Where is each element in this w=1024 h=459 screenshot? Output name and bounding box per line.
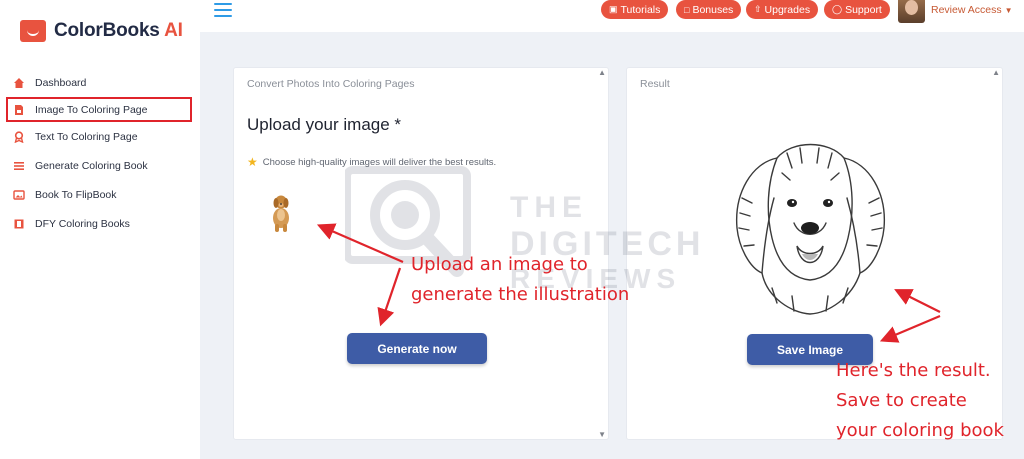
home-icon xyxy=(13,77,25,89)
presentation-icon: ▣ xyxy=(609,4,618,14)
sidebar-item-generate-coloring-book[interactable]: Generate Coloring Book xyxy=(0,151,200,180)
brand-name: ColorBooks AI xyxy=(54,20,183,42)
headset-icon: ◯ xyxy=(832,4,843,14)
book-logo-icon xyxy=(20,20,46,42)
result-coloring-image xyxy=(722,128,897,318)
upgrades-button[interactable]: ⇧ Upgrades xyxy=(746,0,819,19)
support-button[interactable]: ◯ Support xyxy=(824,0,890,19)
top-bar: ▣ Tutorials □ Bonuses ⇧ Upgrades ◯ Suppo… xyxy=(200,0,1024,32)
bonuses-button[interactable]: □ Bonuses xyxy=(676,0,742,19)
brand-main: ColorBooks xyxy=(54,20,160,41)
user-menu-label: Review Access xyxy=(931,4,1002,16)
list-icon xyxy=(13,160,25,172)
annotation-line: Upload an image to xyxy=(411,254,588,275)
image-icon xyxy=(13,189,25,201)
sidebar-item-book-to-flipbook[interactable]: Book To FlipBook xyxy=(0,180,200,209)
sidebar-item-label: Generate Coloring Book xyxy=(35,159,148,172)
star-icon: ★ xyxy=(247,155,258,169)
upload-heading: Upload your image * xyxy=(247,115,402,134)
annotation-line: generate the illustration xyxy=(411,284,630,305)
scroll-down-icon[interactable]: ▼ xyxy=(598,430,606,439)
award-icon xyxy=(13,130,25,143)
sidebar-item-dashboard[interactable]: Dashboard xyxy=(0,68,200,97)
quality-tip-text: Choose high-quality images will deliver … xyxy=(262,156,497,168)
upload-panel-title: Convert Photos Into Coloring Pages xyxy=(247,78,415,90)
upload-icon: ⇧ xyxy=(754,4,762,14)
sidebar-item-label: Text To Coloring Page xyxy=(35,130,138,143)
support-label: Support xyxy=(845,3,882,16)
sidebar-nav: Dashboard Image To Coloring Page Text To… xyxy=(0,68,200,238)
tutorials-label: Tutorials xyxy=(620,3,661,16)
sidebar-item-text-to-coloring-page[interactable]: Text To Coloring Page xyxy=(0,122,200,151)
annotation-line: Here's the result. xyxy=(836,360,991,381)
gift-icon: □ xyxy=(684,4,690,15)
upgrades-label: Upgrades xyxy=(764,3,811,16)
user-menu[interactable]: Review Access ▼ xyxy=(931,4,1013,16)
quality-tip: ★ Choose high-quality images will delive… xyxy=(247,155,496,169)
sidebar-item-label: Book To FlipBook xyxy=(35,188,117,201)
sidebar: ColorBooks AI Dashboard Image To Colorin… xyxy=(0,0,200,459)
scroll-up-icon[interactable]: ▲ xyxy=(598,68,606,77)
bonuses-label: Bonuses xyxy=(692,3,734,16)
result-instruction-annotation: Here's the result. Save to create your c… xyxy=(836,356,1004,446)
sidebar-item-image-to-coloring-page[interactable]: Image To Coloring Page xyxy=(6,97,192,122)
upload-instruction-annotation: Upload an image to generate the illustra… xyxy=(411,250,629,310)
generate-now-button[interactable]: Generate now xyxy=(347,333,487,364)
menu-toggle-icon[interactable] xyxy=(214,3,232,17)
sidebar-item-label: Image To Coloring Page xyxy=(35,103,148,116)
scroll-up-icon[interactable]: ▲ xyxy=(992,68,1000,77)
avatar[interactable] xyxy=(898,0,925,23)
sidebar-item-label: Dashboard xyxy=(35,76,87,89)
annotation-line: your coloring book xyxy=(836,420,1004,441)
result-panel-title: Result xyxy=(640,78,670,90)
chevron-down-icon: ▼ xyxy=(1004,6,1013,15)
tutorials-button[interactable]: ▣ Tutorials xyxy=(601,0,669,19)
uploaded-image-thumbnail[interactable] xyxy=(267,192,295,234)
brand-accent: AI xyxy=(164,20,183,41)
annotation-line: Save to create xyxy=(836,390,967,411)
app-logo[interactable]: ColorBooks AI xyxy=(20,20,183,42)
sidebar-item-label: DFY Coloring Books xyxy=(35,217,130,230)
sidebar-item-dfy-coloring-books[interactable]: DFY Coloring Books xyxy=(0,209,200,238)
file-image-icon xyxy=(13,104,25,116)
film-icon xyxy=(13,218,25,230)
